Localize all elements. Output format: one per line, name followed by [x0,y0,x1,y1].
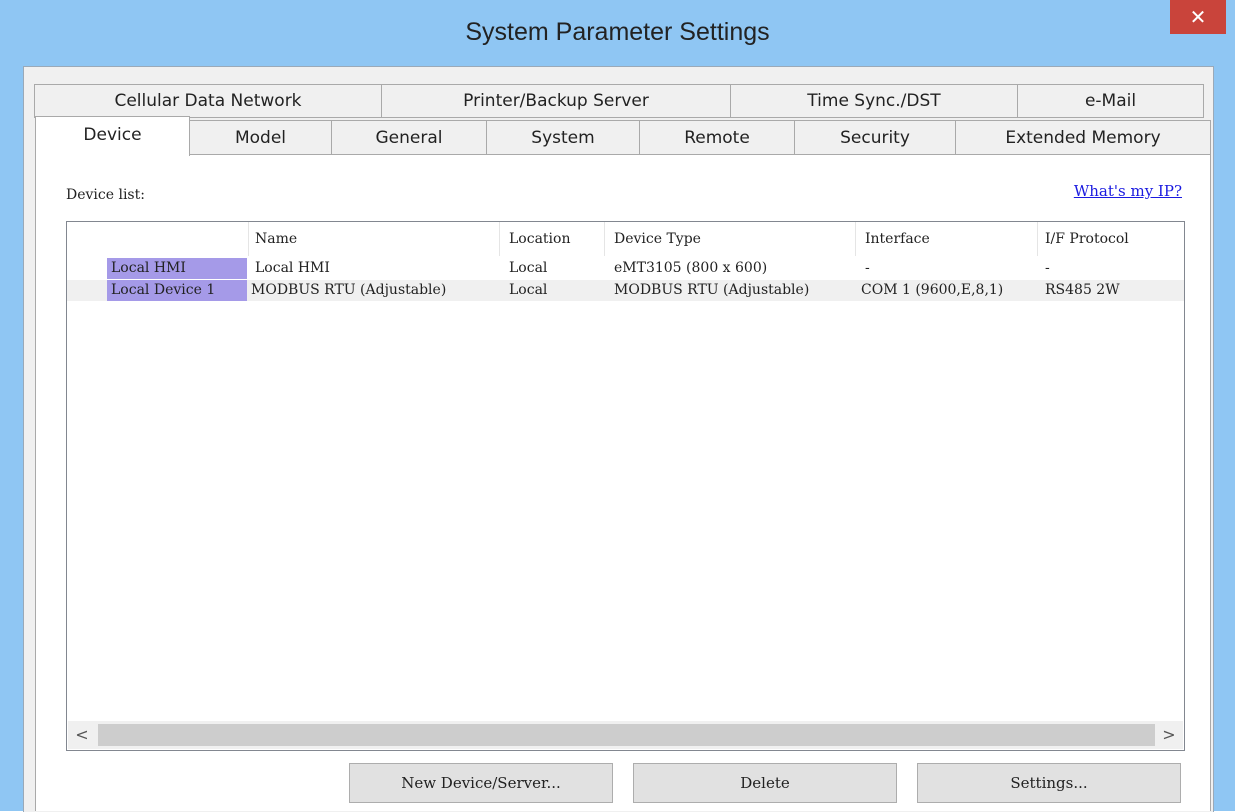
tab-device[interactable]: Device [35,116,190,156]
settings-button[interactable]: Settings... [917,763,1181,803]
cell-device-type: eMT3105 (800 x 600) [614,260,768,276]
cell-location: Local [509,260,548,276]
column-header-if-protocol[interactable]: I/F Protocol [1045,231,1129,247]
cell-name: MODBUS RTU (Adjustable) [251,282,447,298]
device-list-label: Device list: [66,187,145,203]
column-header-name[interactable]: Name [255,231,297,247]
tab-extended-memory[interactable]: Extended Memory [955,120,1211,155]
tab-security[interactable]: Security [794,120,956,155]
cell-interface: - [865,260,870,276]
scroll-left-icon[interactable]: < [68,721,96,749]
row-label: Local HMI [107,258,247,279]
dialog-window: System Parameter Settings ✕ Cellular Dat… [0,0,1235,812]
close-icon[interactable]: ✕ [1170,0,1226,34]
tab-model[interactable]: Model [189,120,332,155]
header-divider [604,222,605,256]
row-label: Local Device 1 [107,280,247,301]
cell-protocol: - [1045,260,1050,276]
tab-cellular-data-network[interactable]: Cellular Data Network [34,84,382,118]
scroll-right-icon[interactable]: > [1155,721,1183,749]
tab-general[interactable]: General [331,120,487,155]
header-divider [1037,222,1038,256]
header-divider [855,222,856,256]
title-bar: System Parameter Settings ✕ [0,0,1235,66]
tab-remote[interactable]: Remote [639,120,795,155]
whats-my-ip-link[interactable]: What's my IP? [1074,182,1182,200]
column-header-location[interactable]: Location [509,231,570,247]
window-title: System Parameter Settings [465,18,770,46]
new-device-server-button[interactable]: New Device/Server... [349,763,613,803]
cell-device-type: MODBUS RTU (Adjustable) [614,282,810,298]
header-divider [499,222,500,256]
tab-printer-backup-server[interactable]: Printer/Backup Server [381,84,731,118]
cell-protocol: RS485 2W [1045,282,1120,298]
device-list: Name Location Device Type Interface I/F … [66,221,1185,751]
table-row[interactable]: Local HMI Local HMI Local eMT3105 (800 x… [67,258,1184,279]
cell-location: Local [509,282,548,298]
cell-name: Local HMI [255,260,330,276]
tab-time-sync-dst[interactable]: Time Sync./DST [730,84,1018,118]
header-divider [248,222,249,256]
scrollbar-thumb[interactable] [98,724,1155,746]
horizontal-scrollbar[interactable]: < > [68,721,1183,749]
table-row[interactable]: Local Device 1 MODBUS RTU (Adjustable) L… [67,280,1184,301]
cell-interface: COM 1 (9600,E,8,1) [861,282,1004,298]
column-header-device-type[interactable]: Device Type [614,231,701,247]
tab-system[interactable]: System [486,120,640,155]
delete-button[interactable]: Delete [633,763,897,803]
column-header-interface[interactable]: Interface [865,231,930,247]
tab-e-mail[interactable]: e-Mail [1017,84,1204,118]
